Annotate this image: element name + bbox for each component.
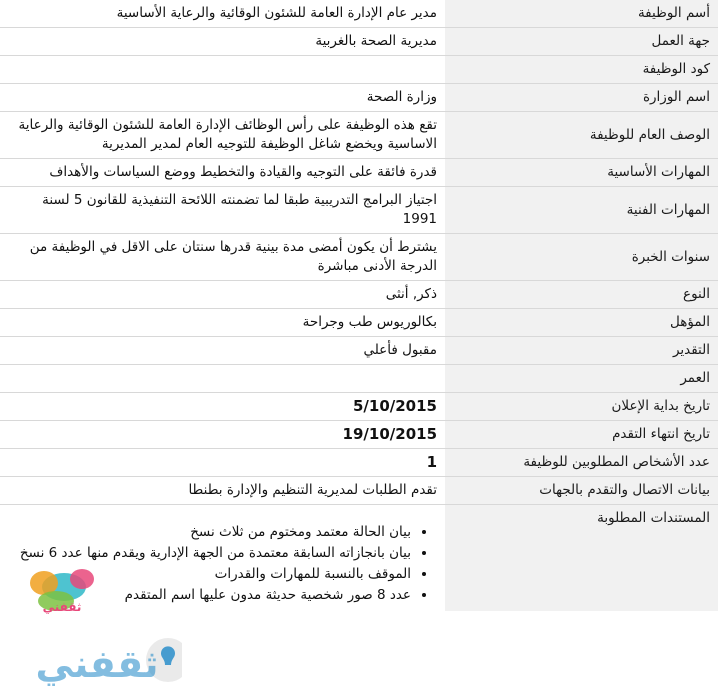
- table-row: التقدير مقبول فأعلي: [0, 336, 718, 365]
- table-row: تاريخ انتهاء التقدم 19/10/2015: [0, 420, 718, 449]
- list-item: عدد 8 صور شخصية حديثة مدون عليها اسم الم…: [8, 586, 411, 605]
- row-value: [0, 55, 445, 84]
- row-value: بيان الحالة معتمد ومختوم من ثلاث نسخ بيا…: [0, 504, 445, 611]
- documents-list: بيان الحالة معتمد ومختوم من ثلاث نسخ بيا…: [8, 523, 437, 605]
- row-label: التقدير: [445, 336, 718, 365]
- row-label: تاريخ انتهاء التقدم: [445, 420, 718, 449]
- lightbulb-icon: [161, 646, 176, 665]
- row-value: تقع هذه الوظيفة على رأس الوظائف الإدارة …: [0, 111, 445, 159]
- row-value: يشترط أن يكون أمضى مدة بينية قدرها سنتان…: [0, 233, 445, 281]
- row-required-documents: المستندات المطلوبة بيان الحالة معتمد ومخ…: [0, 504, 718, 611]
- table-row: النوع ذكر, أنثى: [0, 280, 718, 309]
- row-label: بيانات الاتصال والتقدم بالجهات: [445, 476, 718, 505]
- row-value: 1: [0, 448, 445, 477]
- row-label: النوع: [445, 280, 718, 309]
- table-row: الوصف العام للوظيفة تقع هذه الوظيفة على ر…: [0, 111, 718, 159]
- table-row: اسم الوزارة وزارة الصحة: [0, 83, 718, 112]
- row-label: اسم الوزارة: [445, 83, 718, 112]
- table-row: عدد الأشخاص المطلوبين للوظيفة 1: [0, 448, 718, 477]
- table-row: جهة العمل مديرية الصحة بالغربية: [0, 27, 718, 56]
- row-label: المستندات المطلوبة: [445, 504, 718, 611]
- row-value: مديرية الصحة بالغربية: [0, 27, 445, 56]
- table-row: بيانات الاتصال والتقدم بالجهات تقدم الطلب…: [0, 476, 718, 505]
- row-value: 19/10/2015: [0, 420, 445, 449]
- job-details-table: أسم الوظيفة مدير عام الإدارة العامة للشئو…: [0, 0, 718, 611]
- table-row: المؤهل بكالوريوس طب وجراحة: [0, 308, 718, 337]
- row-label: المهارات الفنية: [445, 186, 718, 234]
- row-value: اجتياز البرامج التدريبية طبقا لما تضمنته…: [0, 186, 445, 234]
- row-label: أسم الوظيفة: [445, 0, 718, 28]
- row-value: مقبول فأعلي: [0, 336, 445, 365]
- row-label: عدد الأشخاص المطلوبين للوظيفة: [445, 448, 718, 477]
- table-row: سنوات الخبرة يشترط أن يكون أمضى مدة بينية…: [0, 233, 718, 281]
- row-value: قدرة فائقة على التوجيه والقيادة والتخطيط…: [0, 158, 445, 187]
- table-row: المهارات الفنية اجتياز البرامج التدريبية …: [0, 186, 718, 234]
- row-label: العمر: [445, 364, 718, 393]
- row-label: جهة العمل: [445, 27, 718, 56]
- table-row: تاريخ بداية الإعلان 5/10/2015: [0, 392, 718, 421]
- row-label: المؤهل: [445, 308, 718, 337]
- list-item: الموقف بالنسبة للمهارات والقدرات: [8, 565, 411, 584]
- table-row: كود الوظيفة: [0, 55, 718, 84]
- row-value: بكالوريوس طب وجراحة: [0, 308, 445, 337]
- row-value: 5/10/2015: [0, 392, 445, 421]
- table-row: المهارات الأساسية قدرة فائقة على التوجيه …: [0, 158, 718, 187]
- list-item: بيان الحالة معتمد ومختوم من ثلاث نسخ: [8, 523, 411, 542]
- row-label: كود الوظيفة: [445, 55, 718, 84]
- list-item: بيان بانجازاته السابقة معتمدة من الجهة ا…: [8, 544, 411, 563]
- row-label: الوصف العام للوظيفة: [445, 111, 718, 159]
- table-row: العمر: [0, 364, 718, 393]
- row-label: تاريخ بداية الإعلان: [445, 392, 718, 421]
- row-label: المهارات الأساسية: [445, 158, 718, 187]
- row-value: مدير عام الإدارة العامة للشئون الوقائية …: [0, 0, 445, 28]
- row-label: سنوات الخبرة: [445, 233, 718, 281]
- row-value: وزارة الصحة: [0, 83, 445, 112]
- row-value: تقدم الطلبات لمديرية التنظيم والإدارة بط…: [0, 476, 445, 505]
- job-details-body: أسم الوظيفة مدير عام الإدارة العامة للشئو…: [0, 0, 718, 505]
- row-value: ذكر, أنثى: [0, 280, 445, 309]
- lightbulb-circle-icon: [146, 638, 190, 682]
- watermark-big-text: ثقفني: [36, 642, 159, 686]
- table-row: أسم الوظيفة مدير عام الإدارة العامة للشئو…: [0, 0, 718, 28]
- row-value: [0, 364, 445, 393]
